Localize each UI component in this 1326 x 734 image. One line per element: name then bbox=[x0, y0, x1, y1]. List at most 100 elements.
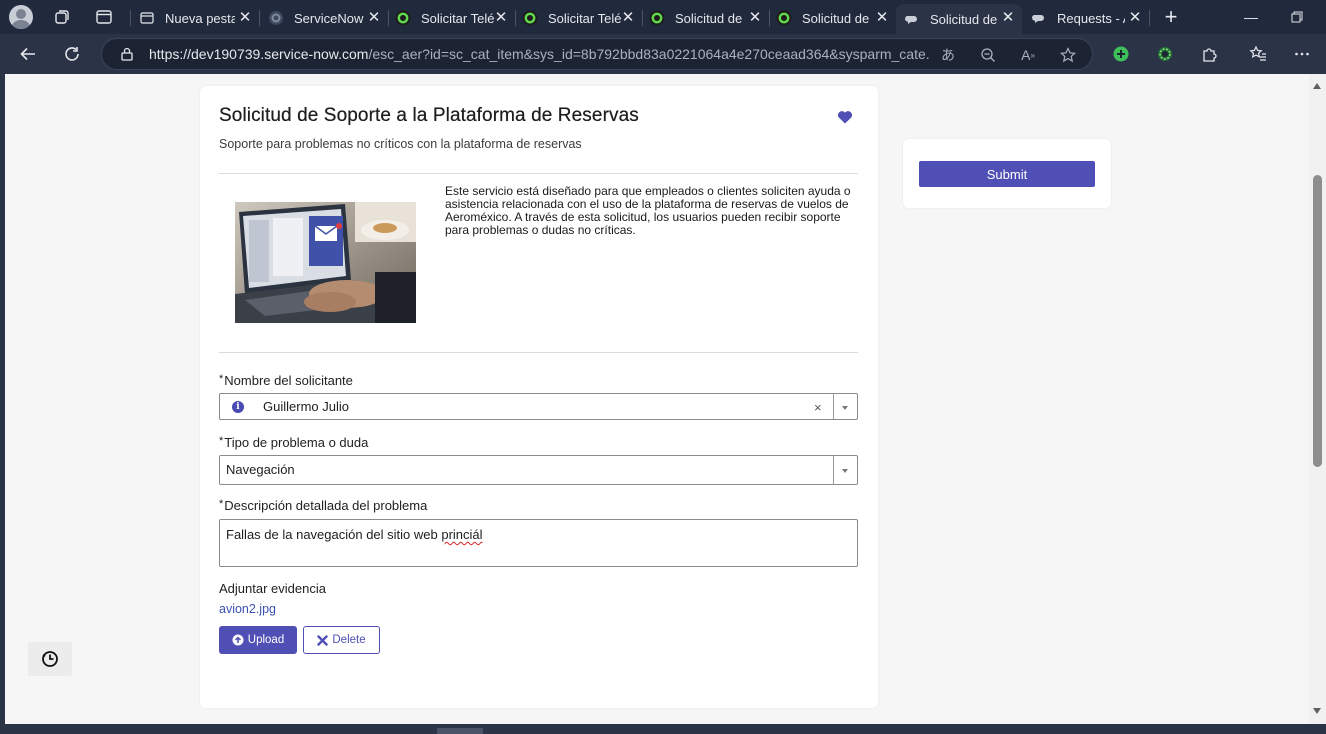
servicenow-chat-icon bbox=[905, 16, 917, 24]
dropdown-caret-icon[interactable] bbox=[842, 469, 848, 473]
servicenow-green-icon bbox=[395, 10, 411, 26]
tab-title: Nueva pestaña bbox=[165, 10, 235, 26]
favorites-icon[interactable] bbox=[1246, 42, 1270, 66]
required-marker: * bbox=[219, 435, 224, 447]
close-tab-icon[interactable]: ✕ bbox=[874, 10, 890, 26]
delete-label: Delete bbox=[332, 634, 366, 646]
browser-tab-strip: Nueva pestaña ✕ ServiceNow ✕ Solicitar T… bbox=[0, 0, 1326, 34]
extensions-puzzle-icon[interactable] bbox=[1197, 42, 1221, 66]
refresh-icon bbox=[65, 47, 79, 61]
taskbar-edge bbox=[0, 724, 1326, 734]
page-title: Solicitud de Soporte a la Plataforma de … bbox=[219, 105, 639, 126]
tab-requests[interactable]: Requests - A ✕ bbox=[1023, 4, 1149, 32]
requester-label-text: Nombre del solicitante bbox=[224, 373, 353, 388]
scroll-down-arrow-icon[interactable] bbox=[1313, 708, 1321, 714]
issue-type-label-text: Tipo de problema o duda bbox=[224, 435, 369, 450]
close-tab-icon[interactable]: ✕ bbox=[493, 10, 509, 26]
more-menu-icon[interactable] bbox=[1290, 42, 1314, 66]
servicenow-chat-icon bbox=[1032, 15, 1044, 23]
product-image bbox=[235, 202, 416, 323]
divider bbox=[219, 352, 858, 353]
issue-type-label: *Tipo de problema o duda bbox=[219, 435, 368, 450]
scroll-up-arrow-icon[interactable] bbox=[1313, 83, 1321, 89]
history-button[interactable] bbox=[28, 642, 72, 676]
clear-icon[interactable]: × bbox=[814, 400, 822, 415]
spellcheck-word: princiál bbox=[441, 527, 483, 542]
tab-title: Solicitar Telé bbox=[421, 10, 495, 26]
address-bar[interactable]: https://dev190739.service-now.com/esc_ae… bbox=[101, 38, 1093, 70]
requester-reference-field[interactable]: i Guillermo Julio × bbox=[219, 393, 858, 420]
field-divider bbox=[833, 394, 834, 419]
close-tab-icon[interactable]: ✕ bbox=[620, 10, 636, 26]
details-label-text: Descripción detallada del problema bbox=[224, 498, 428, 513]
workspaces-icon[interactable] bbox=[53, 8, 71, 26]
vertical-scrollbar[interactable] bbox=[1309, 74, 1326, 724]
new-tab-button[interactable]: + bbox=[1148, 0, 1194, 34]
zoom-icon[interactable] bbox=[978, 45, 998, 65]
tab-solicitar-2[interactable]: Solicitar Telé ✕ bbox=[515, 4, 642, 32]
history-clock-icon bbox=[42, 651, 58, 667]
details-value-text: Fallas de la navegación del sitio web bbox=[226, 527, 442, 542]
lock-icon[interactable] bbox=[120, 47, 134, 61]
refresh-button[interactable] bbox=[60, 42, 84, 66]
close-tab-icon[interactable]: ✕ bbox=[237, 10, 253, 26]
servicenow-green-icon bbox=[649, 10, 665, 26]
browser-toolbar: https://dev190739.service-now.com/esc_ae… bbox=[0, 34, 1326, 74]
divider bbox=[219, 173, 858, 174]
tab-title: Solicitud de bbox=[930, 11, 998, 27]
close-tab-icon[interactable]: ✕ bbox=[747, 10, 763, 26]
upload-icon bbox=[232, 634, 244, 646]
details-value: Fallas de la navegación del sitio web pr… bbox=[226, 527, 483, 542]
delete-x-icon bbox=[317, 634, 329, 646]
back-button[interactable] bbox=[16, 42, 40, 66]
restore-icon bbox=[1291, 11, 1303, 23]
tab-solicitud-1[interactable]: Solicitud de ✕ bbox=[642, 4, 769, 32]
close-tab-icon[interactable]: ✕ bbox=[366, 10, 382, 26]
tab-solicitar-1[interactable]: Solicitar Telé ✕ bbox=[388, 4, 515, 32]
servicenow-icon bbox=[269, 11, 283, 25]
attachment-label: Adjuntar evidencia bbox=[219, 581, 326, 596]
vertical-tabs-icon[interactable] bbox=[95, 8, 113, 26]
scrollbar-thumb[interactable] bbox=[1313, 175, 1322, 467]
tab-nueva-pestana[interactable]: Nueva pestaña ✕ bbox=[131, 4, 259, 32]
tab-title: Solicitud de bbox=[802, 10, 870, 26]
close-tab-icon[interactable]: ✕ bbox=[1127, 10, 1143, 26]
profile-avatar[interactable] bbox=[9, 5, 33, 29]
tab-servicenow[interactable]: ServiceNow ✕ bbox=[260, 4, 388, 32]
back-arrow-icon bbox=[20, 47, 35, 61]
requester-value: Guillermo Julio bbox=[263, 399, 349, 414]
newtab-icon bbox=[140, 12, 154, 24]
info-icon[interactable]: i bbox=[232, 401, 244, 413]
close-tab-icon[interactable]: ✕ bbox=[1000, 10, 1016, 26]
field-divider bbox=[833, 456, 834, 484]
delete-button[interactable]: Delete bbox=[303, 626, 380, 654]
upload-label: Upload bbox=[247, 634, 285, 646]
restore-button[interactable] bbox=[1274, 0, 1320, 34]
attachment-file-link[interactable]: avion2.jpg bbox=[219, 602, 276, 616]
url-text[interactable]: https://dev190739.service-now.com/esc_ae… bbox=[149, 46, 929, 62]
upload-button[interactable]: Upload bbox=[219, 626, 297, 654]
issue-type-select[interactable]: Navegación bbox=[219, 455, 858, 485]
required-marker: * bbox=[219, 373, 224, 385]
details-textarea[interactable]: Fallas de la navegación del sitio web pr… bbox=[219, 519, 858, 567]
details-label: *Descripción detallada del problema bbox=[219, 498, 427, 513]
extension-gear-icon[interactable] bbox=[1153, 42, 1177, 66]
tab-title: Solicitud de bbox=[675, 10, 743, 26]
url-host: https://dev190739.service-now.com bbox=[149, 46, 369, 62]
dropdown-caret-icon[interactable] bbox=[842, 406, 848, 410]
servicenow-green-icon bbox=[776, 10, 792, 26]
tab-solicitud-2[interactable]: Solicitud de ✕ bbox=[769, 4, 896, 32]
extension-plus-icon[interactable] bbox=[1109, 42, 1133, 66]
tab-solicitud-active[interactable]: Solicitud de ✕ bbox=[896, 4, 1022, 34]
favorite-star-icon[interactable] bbox=[1058, 45, 1078, 65]
translate-icon[interactable]: あ bbox=[938, 45, 958, 65]
tab-title: Solicitar Telé bbox=[548, 10, 622, 26]
submit-button[interactable]: Submit bbox=[919, 161, 1095, 187]
minimize-button[interactable]: — bbox=[1228, 0, 1274, 34]
page-subtitle: Soporte para problemas no críticos con l… bbox=[219, 137, 582, 151]
catalog-item-card: Solicitud de Soporte a la Plataforma de … bbox=[200, 86, 878, 708]
read-aloud-icon[interactable]: A» bbox=[1018, 45, 1038, 65]
item-description: Este servicio está diseñado para que emp… bbox=[445, 184, 851, 237]
favorite-heart-icon[interactable] bbox=[837, 110, 853, 124]
url-path: /esc_aer?id=sc_cat_item&sys_id=8b792bbd8… bbox=[368, 46, 929, 62]
